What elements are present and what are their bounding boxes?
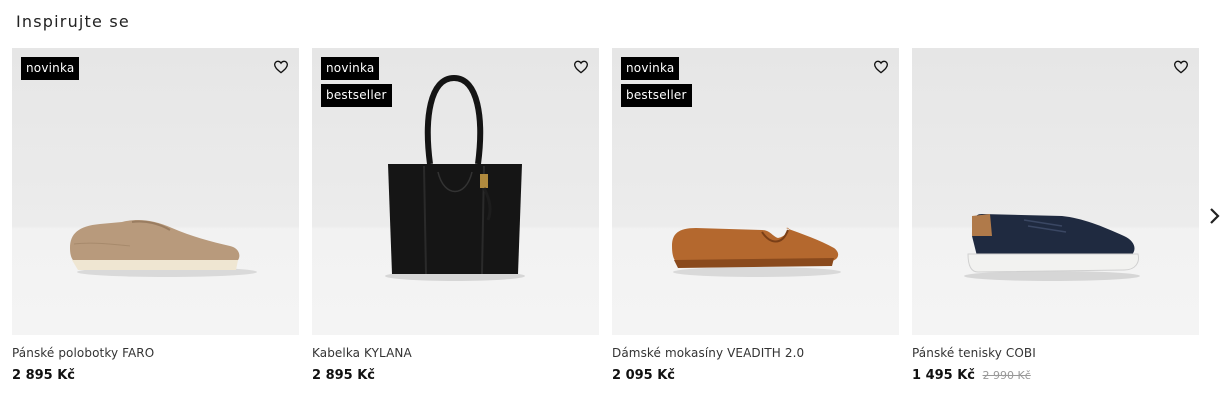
product-name[interactable]: Dámské mokasíny VEADITH 2.0 bbox=[612, 346, 899, 360]
product-carousel: novinka Pánské polobotky FARO 2 895 Kč n… bbox=[12, 48, 1202, 388]
product-name[interactable]: Kabelka KYLANA bbox=[312, 346, 599, 360]
product-card[interactable]: novinka bestseller Kabelka KYLANA 2 895 … bbox=[312, 48, 599, 383]
badge-bestseller: bestseller bbox=[321, 84, 392, 107]
product-card[interactable]: novinka Pánské polobotky FARO 2 895 Kč bbox=[12, 48, 299, 383]
carousel-next-button[interactable] bbox=[1207, 204, 1223, 228]
chevron-right-icon bbox=[1210, 208, 1220, 224]
price-current: 2 895 Kč bbox=[312, 368, 376, 383]
product-price: 1 495 Kč 2 990 Kč bbox=[912, 368, 1199, 383]
badge-new: novinka bbox=[21, 57, 80, 80]
heart-icon bbox=[573, 60, 589, 74]
heart-icon bbox=[1173, 60, 1189, 74]
product-price: 2 895 Kč bbox=[312, 368, 599, 383]
product-image[interactable]: novinka bestseller bbox=[312, 48, 599, 335]
wishlist-button[interactable] bbox=[871, 57, 891, 77]
product-name[interactable]: Pánské tenisky COBI bbox=[912, 346, 1199, 360]
product-illustration-shoe bbox=[70, 220, 257, 277]
badge-new: novinka bbox=[321, 57, 380, 80]
heart-icon bbox=[873, 60, 889, 74]
badge-list: novinka bbox=[21, 57, 80, 80]
badge-new: novinka bbox=[621, 57, 680, 80]
badge-list: novinka bestseller bbox=[621, 57, 692, 107]
product-image[interactable]: novinka bestseller bbox=[612, 48, 899, 335]
product-card[interactable]: novinka bestseller Dámské mokasíny VEADI… bbox=[612, 48, 899, 383]
product-image[interactable]: novinka bbox=[12, 48, 299, 335]
section-title: Inspirujte se bbox=[16, 12, 130, 31]
heart-icon bbox=[273, 60, 289, 74]
wishlist-button[interactable] bbox=[571, 57, 591, 77]
product-image[interactable] bbox=[912, 48, 1199, 335]
product-price: 2 895 Kč bbox=[12, 368, 299, 383]
price-current: 2 895 Kč bbox=[12, 368, 76, 383]
product-card[interactable]: Pánské tenisky COBI 1 495 Kč 2 990 Kč bbox=[912, 48, 1199, 383]
product-price: 2 095 Kč bbox=[612, 368, 899, 383]
product-name[interactable]: Pánské polobotky FARO bbox=[12, 346, 299, 360]
price-old: 2 990 Kč bbox=[982, 369, 1031, 382]
product-illustration-sneaker bbox=[964, 214, 1140, 281]
price-current: 2 095 Kč bbox=[612, 368, 676, 383]
wishlist-button[interactable] bbox=[1171, 57, 1191, 77]
wishlist-button[interactable] bbox=[271, 57, 291, 77]
price-current: 1 495 Kč bbox=[912, 368, 976, 383]
badge-list: novinka bestseller bbox=[321, 57, 392, 107]
badge-bestseller: bestseller bbox=[621, 84, 692, 107]
